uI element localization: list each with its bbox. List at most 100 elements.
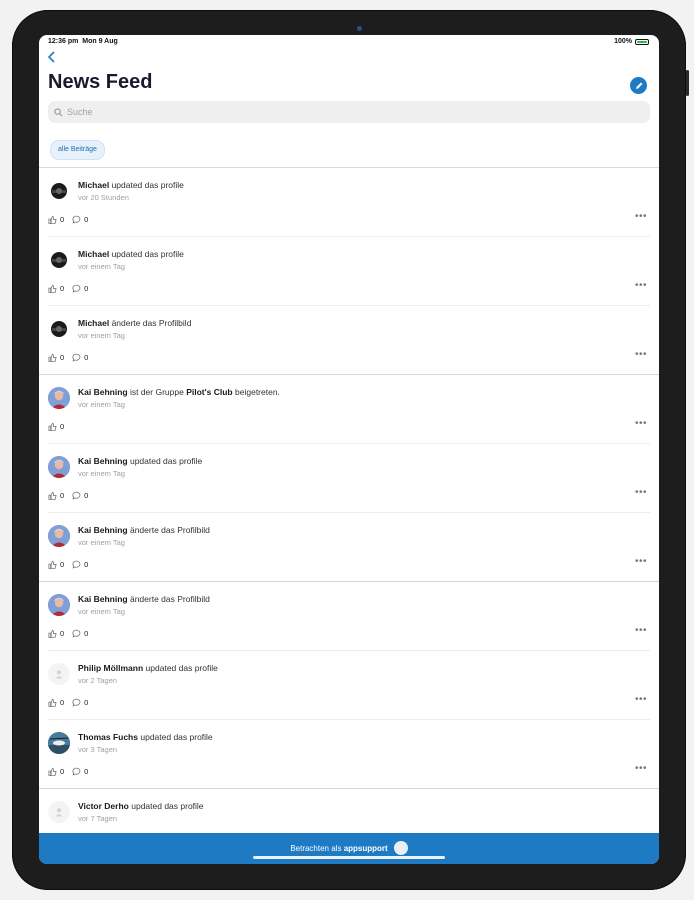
like-button[interactable]: 0 [48,353,64,362]
home-indicator[interactable] [253,856,445,859]
avatar[interactable] [48,318,70,340]
user-name-link[interactable]: Kai Behning [78,456,128,466]
more-options-button[interactable]: ••• [635,349,647,360]
comment-button[interactable]: 0 [72,215,88,224]
like-button[interactable]: 0 [48,422,64,431]
user-name-link[interactable]: Thomas Fuchs [78,732,138,742]
comment-button[interactable]: 0 [72,353,88,362]
avatar[interactable] [48,387,70,409]
view-as-user: appsupport [343,844,388,854]
thumbs-up-icon [48,491,57,500]
feed-item-actions: 0 0 [48,491,96,500]
more-options-button[interactable]: ••• [635,763,647,774]
camera [357,26,362,31]
user-name-link[interactable]: Philip Möllmann [78,663,143,673]
comment-icon [72,629,81,638]
like-button[interactable]: 0 [48,560,64,569]
user-name-link[interactable]: Kai Behning [78,525,128,535]
feed-item[interactable]: Kai Behning ist der Gruppe Pilot's Club … [39,375,659,444]
chevron-left-icon [47,51,55,63]
avatar[interactable] [48,180,70,202]
more-options-button[interactable]: ••• [635,280,647,291]
comment-button[interactable]: 0 [72,560,88,569]
feed-item-time: vor einem Tag [78,331,125,340]
feed-item-text: Michael updated das profile [78,249,184,259]
avatar[interactable] [48,456,70,478]
feed-item-time: vor 7 Tagen [78,814,118,823]
feed-item-text: Thomas Fuchs updated das profile [78,732,213,742]
user-placeholder-icon [55,670,63,679]
more-options-button[interactable]: ••• [635,418,647,429]
more-options-button[interactable]: ••• [635,556,647,567]
feed-item-text: Philip Möllmann updated das profile [78,663,218,673]
view-as-banner[interactable]: Betrachten als appsupport [39,833,659,864]
news-feed-list: Michael updated das profile vor 20 Stund… [39,168,659,858]
thumbs-up-icon [48,560,57,569]
battery-icon [635,38,649,45]
feed-item[interactable]: Michael updated das profile vor 20 Stund… [39,168,659,237]
thumbs-up-icon [48,422,57,431]
feed-item[interactable]: Kai Behning updated das profile vor eine… [39,444,659,513]
avatar[interactable] [48,732,70,754]
back-button[interactable] [47,51,59,65]
like-button[interactable]: 0 [48,215,64,224]
view-as-avatar [393,841,408,855]
more-options-button[interactable]: ••• [635,211,647,222]
avatar[interactable] [48,525,70,547]
filter-chip-all-posts[interactable]: alle Beiträge [50,140,105,160]
feed-item-time: vor einem Tag [78,469,125,478]
comment-button[interactable]: 0 [72,767,88,776]
comment-button[interactable]: 0 [72,698,88,707]
like-button[interactable]: 0 [48,698,64,707]
feed-item-text: Kai Behning ist der Gruppe Pilot's Club … [78,387,280,397]
search-input[interactable] [67,107,607,117]
user-name-link[interactable]: Kai Behning [78,387,128,397]
compose-button[interactable] [630,77,647,94]
user-name-link[interactable]: Victor Derho [78,801,129,811]
avatar[interactable] [48,663,70,685]
user-name-link[interactable]: Michael [78,318,109,328]
feed-item-text: Kai Behning updated das profile [78,456,203,466]
more-options-button[interactable]: ••• [635,694,647,705]
feed-item[interactable]: Kai Behning änderte das Profilbild vor e… [39,582,659,651]
feed-item[interactable]: Philip Möllmann updated das profile vor … [39,651,659,720]
page-title: News Feed [48,71,153,93]
comment-icon [72,215,81,224]
comment-button[interactable]: 0 [72,284,88,293]
like-button[interactable]: 0 [48,767,64,776]
battery-percent: 100% [614,38,632,45]
feed-item[interactable]: Kai Behning änderte das Profilbild vor e… [39,513,659,582]
avatar[interactable] [48,594,70,616]
thumbs-up-icon [48,215,57,224]
user-name-link[interactable]: Michael [78,249,109,259]
feed-item-time: vor 3 Tagen [78,745,118,754]
feed-item[interactable]: Michael updated das profile vor einem Ta… [39,237,659,306]
feed-item-time: vor 20 Stunden [78,193,129,202]
thumbs-up-icon [48,629,57,638]
feed-item[interactable]: Michael änderte das Profilbild vor einem… [39,306,659,375]
comment-button[interactable]: 0 [72,491,88,500]
comment-button[interactable]: 0 [72,629,88,638]
feed-item-actions: 0 0 [48,353,96,362]
feed-item[interactable]: Thomas Fuchs updated das profile vor 3 T… [39,720,659,789]
feed-item-text: Kai Behning änderte das Profilbild [78,594,210,604]
feed-item-actions: 0 0 [48,284,96,293]
avatar[interactable] [48,249,70,271]
user-name-link[interactable]: Michael [78,180,109,190]
status-time: 12:36 pm Mon 9 Aug [48,38,118,45]
more-options-button[interactable]: ••• [635,487,647,498]
search-bar[interactable] [48,101,650,123]
avatar[interactable] [48,801,70,823]
like-button[interactable]: 0 [48,629,64,638]
comment-icon [72,284,81,293]
like-button[interactable]: 0 [48,284,64,293]
feed-item-time: vor einem Tag [78,538,125,547]
feed-item-actions: 0 0 [48,215,96,224]
like-button[interactable]: 0 [48,491,64,500]
feed-item-time: vor einem Tag [78,400,125,409]
more-options-button[interactable]: ••• [635,625,647,636]
group-link[interactable]: Pilot's Club [186,387,232,397]
feed-item-text: Michael updated das profile [78,180,184,190]
feed-item-actions: 0 [48,422,72,431]
user-name-link[interactable]: Kai Behning [78,594,128,604]
